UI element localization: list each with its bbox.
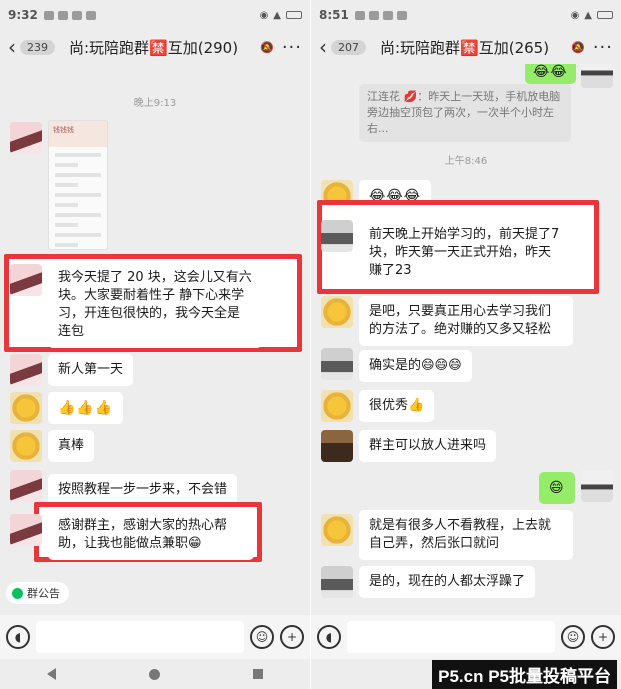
message-bubble[interactable]: 😄 (539, 472, 575, 504)
input-bar: ◖ ☺ + (0, 615, 310, 659)
avatar[interactable] (10, 514, 42, 546)
back-chevron-icon[interactable]: ‹ (8, 35, 16, 59)
message-bubble[interactable]: 确实是的😄😄😄 (359, 350, 472, 382)
avatar[interactable] (10, 354, 42, 386)
left-chat-screen: 9:32 ◉ ▲ ‹ 239 尚:玩陪跑群🈲互加(290) 🔕 ··· 晚上9:1… (0, 0, 310, 689)
group-notice-button[interactable]: 群公告 (6, 582, 69, 604)
avatar[interactable] (321, 430, 353, 462)
message-bubble[interactable]: 是的，现在的人都太浮躁了 (359, 566, 536, 598)
avatar[interactable] (10, 264, 42, 296)
group-title: 尚:玩陪跑群🈲互加(290) (69, 38, 239, 57)
plus-icon[interactable]: + (591, 625, 615, 649)
system-nav-bar (0, 659, 310, 689)
message-bubble[interactable]: 群主可以放人进来吗 (359, 430, 497, 462)
notice-label: 群公告 (27, 587, 60, 600)
unread-count-badge[interactable]: 239 (20, 39, 55, 55)
back-chevron-icon[interactable]: ‹ (319, 35, 327, 59)
voice-icon[interactable]: ◖ (6, 625, 30, 649)
avatar[interactable] (581, 470, 613, 502)
avatar[interactable] (10, 470, 42, 502)
emoji-icon[interactable]: ☺ (561, 625, 585, 649)
message-bubble[interactable]: 😂😂 (525, 64, 576, 84)
right-chat-screen: 8:51 ◉ ▲ ‹ 207 尚:玩陪跑群🈲互加(265) 🔕 ··· 😂😂 江连… (311, 0, 621, 689)
shared-screenshot-image[interactable]: 钱钱钱 (48, 120, 108, 250)
status-bar: 8:51 ◉ ▲ (311, 0, 621, 30)
quoted-message[interactable]: 江连花 💋：昨天上一天班，手机放电脑旁边抽空顶包了两次，一次半个小时左右... (359, 84, 571, 142)
battery-icon (286, 11, 302, 19)
avatar[interactable] (10, 392, 42, 424)
plus-icon[interactable]: + (280, 625, 304, 649)
input-bar: ◖ ☺ + (311, 615, 621, 659)
chat-header: ‹ 207 尚:玩陪跑群🈲互加(265) 🔕 ··· (311, 30, 621, 64)
more-options-button[interactable]: ··· (593, 37, 613, 58)
avatar[interactable] (321, 390, 353, 422)
message-bubble[interactable]: 就是有很多人不看教程，上去就自己弄，然后张口就问 (359, 510, 573, 560)
timestamp: 上午8:46 (444, 156, 488, 167)
message-bubble[interactable]: 真棒 (48, 430, 95, 462)
unread-count-badge[interactable]: 207 (331, 39, 366, 55)
notification-icons (354, 10, 407, 20)
message-bubble[interactable]: 感谢群主，感谢大家的热心帮助，让我也能做点兼职😁 (48, 510, 254, 560)
nav-back-icon[interactable] (46, 668, 56, 680)
watermark-text: P5.cn P5批量投稿平台 (432, 660, 617, 689)
system-status-icons: ◉ ▲ (260, 10, 302, 21)
avatar[interactable] (10, 122, 42, 154)
message-bubble[interactable]: 前天晚上开始学习的，前天提了7块，昨天第一天正式开始，昨天赚了23 (359, 219, 573, 287)
mute-icon: 🔕 (260, 40, 274, 54)
chat-header: ‹ 239 尚:玩陪跑群🈲互加(290) 🔕 ··· (0, 30, 310, 64)
screenshot-caption: 钱钱钱 (49, 121, 107, 147)
avatar[interactable] (10, 430, 42, 462)
avatar[interactable] (321, 348, 353, 380)
message-bubble[interactable]: 👍👍👍 (48, 392, 124, 424)
battery-icon (597, 11, 613, 19)
message-bubble[interactable]: 新人第一天 (48, 354, 134, 386)
status-time: 9:32 (8, 8, 38, 22)
emoji-icon[interactable]: ☺ (250, 625, 274, 649)
avatar[interactable] (321, 220, 353, 252)
message-bubble[interactable]: 我今天提了 20 块，这会儿又有六块。大家要耐着性子 静下心来学习，开连包很快的… (48, 262, 262, 348)
message-bubble[interactable]: 是吧，只要真正用心去学习我们的方法了。绝对赚的又多又轻松 (359, 296, 573, 346)
timestamp: 晚上9:13 (133, 98, 177, 109)
avatar[interactable] (321, 566, 353, 598)
status-bar: 9:32 ◉ ▲ (0, 0, 310, 30)
status-time: 8:51 (319, 8, 349, 22)
notice-icon (12, 587, 23, 599)
avatar[interactable] (321, 514, 353, 546)
mute-icon: 🔕 (571, 40, 585, 54)
notification-icons (43, 10, 96, 20)
message-bubble[interactable]: 很优秀👍 (359, 390, 435, 422)
message-list[interactable]: 😂😂 江连花 💋：昨天上一天班，手机放电脑旁边抽空顶包了两次，一次半个小时左右.… (311, 64, 621, 615)
message-input[interactable] (36, 621, 244, 653)
more-options-button[interactable]: ··· (282, 37, 302, 58)
avatar[interactable] (321, 296, 353, 328)
message-list[interactable]: 晚上9:13 钱钱钱 我今天提了 20 块，这会儿又有六块。大家要耐着性子 静下… (0, 64, 310, 615)
avatar[interactable] (581, 64, 613, 88)
system-status-icons: ◉ ▲ (571, 10, 613, 21)
nav-home-icon[interactable] (148, 668, 160, 680)
group-title: 尚:玩陪跑群🈲互加(265) (380, 38, 550, 57)
nav-recent-icon[interactable] (253, 669, 264, 679)
voice-icon[interactable]: ◖ (317, 625, 341, 649)
message-input[interactable] (347, 621, 555, 653)
